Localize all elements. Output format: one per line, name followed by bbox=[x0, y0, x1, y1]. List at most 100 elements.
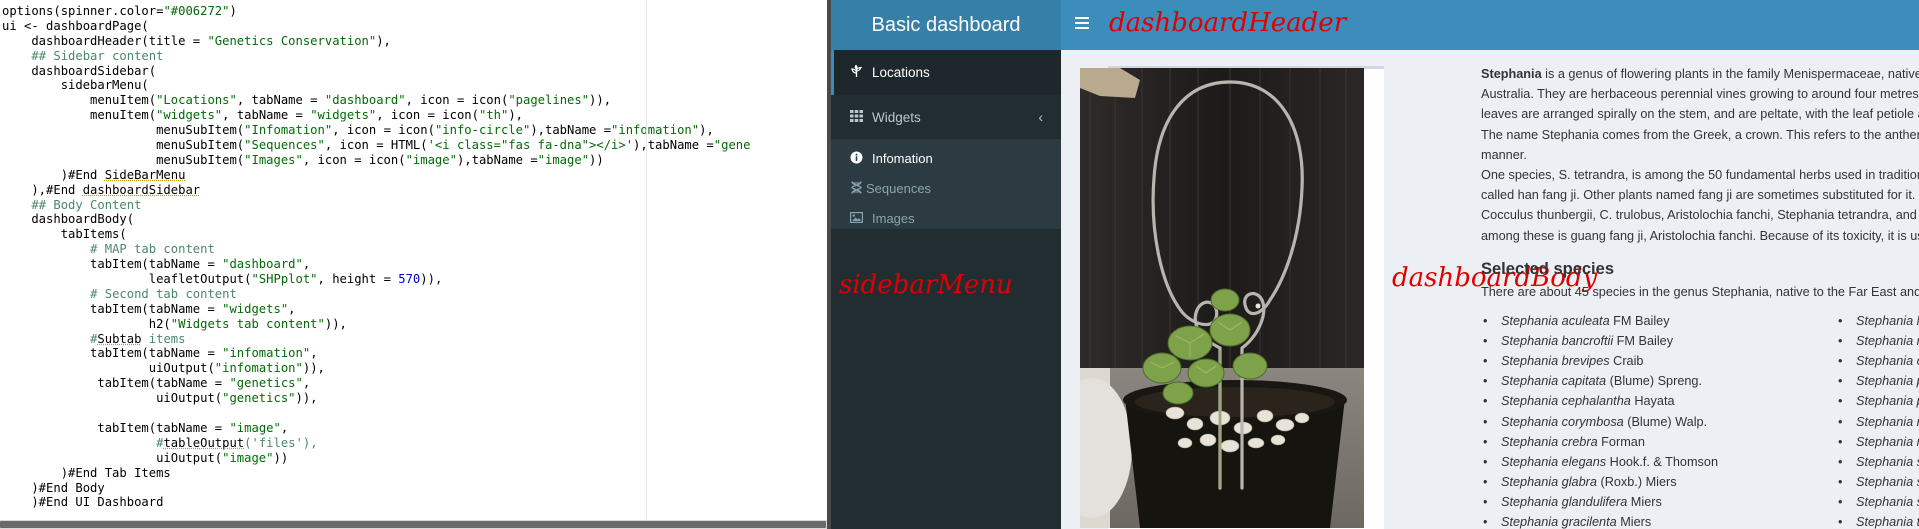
code-line[interactable]: tabItem(tabName = "image", bbox=[2, 421, 750, 436]
submenu-item-images[interactable]: Images bbox=[831, 203, 1061, 233]
code-line[interactable]: tabItem(tabName = "widgets", bbox=[2, 302, 750, 317]
code-token: h2( bbox=[2, 316, 171, 331]
code-token: , bbox=[280, 420, 289, 435]
code-line[interactable]: sidebarMenu( bbox=[2, 78, 750, 93]
code-area[interactable]: options(spinner.color="#006272") ui <- da… bbox=[2, 4, 750, 510]
sidebar-item-widgets[interactable]: Widgets ‹ bbox=[831, 95, 1061, 139]
code-line[interactable]: menuSubItem("Images", icon = icon("image… bbox=[2, 153, 750, 168]
code-token: tabItem(tabName = bbox=[2, 346, 223, 361]
code-token: leafletOutput( bbox=[2, 272, 252, 287]
code-line[interactable]: dashboardHeader(title = "Genetics Conser… bbox=[2, 34, 750, 49]
species-item: Stephania crebra Forman bbox=[1481, 432, 1718, 452]
code-token: "widgets" bbox=[310, 108, 377, 123]
code-line[interactable]: )#End SideBarMenu bbox=[2, 168, 750, 183]
article-text: Stephania is a genus of flowering plants… bbox=[1481, 64, 1919, 529]
code-token: "#006272" bbox=[163, 4, 230, 18]
code-line[interactable]: tabItems( bbox=[2, 227, 750, 242]
code-token: ), bbox=[376, 33, 391, 48]
sidebar-item-locations[interactable]: Locations bbox=[831, 50, 1061, 95]
code-line[interactable]: menuSubItem("Sequences", icon = HTML('<i… bbox=[2, 138, 750, 153]
code-token: )#End Body bbox=[2, 480, 105, 495]
sidebar-item-label: Locations bbox=[872, 65, 930, 80]
code-token: tabItems( bbox=[2, 227, 127, 242]
code-token: )), bbox=[589, 93, 612, 108]
code-line[interactable]: ),#End dashboardSidebar bbox=[2, 183, 750, 198]
code-line[interactable]: # Second tab content bbox=[2, 287, 750, 302]
code-line[interactable]: )#End Body bbox=[2, 481, 750, 496]
species-heading: Selected species bbox=[1481, 259, 1614, 278]
species-item: Stephania longa bbox=[1836, 311, 1919, 331]
code-line[interactable]: dashboardBody( bbox=[2, 212, 750, 227]
species-name: Stephania sinic bbox=[1856, 454, 1919, 469]
species-item: Stephania papi bbox=[1836, 371, 1919, 391]
pagelines-icon bbox=[848, 64, 864, 80]
code-line[interactable]: options(spinner.color="#006272") bbox=[2, 4, 750, 19]
article-paragraph-lead: Stephania is a genus of flowering plants… bbox=[1481, 64, 1919, 84]
code-token: tabItem(tabName = bbox=[2, 301, 223, 316]
code-token: , bbox=[302, 257, 311, 272]
code-token: "image" bbox=[537, 152, 590, 167]
submenu-item-label: Sequences bbox=[866, 180, 932, 196]
code-token: "infomation" bbox=[611, 123, 700, 138]
species-item: Stephania capitata (Blume) Spreng. bbox=[1481, 371, 1718, 391]
code-line[interactable]: uiOutput("genetics")), bbox=[2, 391, 750, 406]
code-token: "genetics" bbox=[222, 391, 296, 406]
chevron-left-icon[interactable]: ‹ bbox=[1038, 109, 1043, 125]
code-line[interactable]: menuItem("Locations", tabName = "dashboa… bbox=[2, 93, 750, 108]
code-line[interactable]: tabItem(tabName = "genetics", bbox=[2, 376, 750, 391]
code-token: , icon = icon( bbox=[302, 152, 406, 167]
code-line[interactable]: tabItem(tabName = "dashboard", bbox=[2, 257, 750, 272]
code-line[interactable]: dashboardSidebar( bbox=[2, 64, 750, 79]
code-line[interactable]: menuSubItem("Infomation", icon = icon("i… bbox=[2, 123, 750, 138]
code-token: , tabName = bbox=[222, 108, 311, 123]
code-token: "dashboard" bbox=[222, 257, 303, 272]
code-line[interactable]: ui <- dashboardPage( bbox=[2, 19, 750, 34]
species-name: Stephania capitata bbox=[1501, 374, 1607, 389]
code-line[interactable]: )#End Tab Items bbox=[2, 466, 750, 481]
code-token: ('files'), bbox=[244, 435, 318, 450]
code-token: ),tabName = bbox=[456, 152, 538, 167]
code-token: ), bbox=[699, 123, 714, 138]
sidebar-toggle-icon[interactable] bbox=[1075, 17, 1089, 31]
code-line[interactable]: uiOutput("image")) bbox=[2, 451, 750, 466]
code-token: , icon = icon( bbox=[376, 108, 479, 123]
code-line[interactable]: ## Sidebar content bbox=[2, 49, 750, 64]
species-author: (Blume) Spreng. bbox=[1606, 374, 1703, 389]
species-name: Stephania gracilenta bbox=[1501, 514, 1617, 529]
submenu-item-sequences[interactable]: Sequences bbox=[831, 173, 1061, 203]
code-line[interactable]: menuItem("widgets", tabName = "widgets",… bbox=[2, 108, 750, 123]
code-line[interactable]: ## Body Content bbox=[2, 198, 750, 213]
code-token: )) bbox=[589, 152, 604, 167]
code-token: ## Body Content bbox=[31, 197, 142, 212]
submenu-item-label: Images bbox=[872, 210, 915, 226]
code-line[interactable]: #tableOutput('files'), bbox=[2, 436, 750, 451]
submenu-item-infomation[interactable]: Infomation bbox=[831, 143, 1061, 173]
code-line[interactable]: uiOutput("infomation")), bbox=[2, 361, 750, 376]
code-token: , icon = icon( bbox=[332, 123, 435, 138]
code-token: "infomation" bbox=[214, 361, 303, 376]
code-editor[interactable]: options(spinner.color="#006272") ui <- da… bbox=[0, 0, 831, 529]
code-token: ui <- dashboardPage( bbox=[2, 18, 149, 33]
code-line[interactable]: )#End UI Dashboard bbox=[2, 495, 750, 510]
editor-horizontal-scrollbar[interactable] bbox=[0, 520, 831, 529]
code-token: menuSubItem( bbox=[2, 152, 245, 167]
code-line[interactable]: h2("Widgets tab content")), bbox=[2, 317, 750, 332]
code-token: dashboardSidebar( bbox=[2, 63, 157, 78]
species-author: Miers bbox=[1616, 514, 1652, 529]
species-name: Stephania subp bbox=[1856, 494, 1919, 509]
species-item: Stephania brevipes Craib bbox=[1481, 351, 1718, 371]
code-line[interactable]: leafletOutput("SHPplot", height = 570)), bbox=[2, 272, 750, 287]
code-line[interactable]: # MAP tab content bbox=[2, 242, 750, 257]
code-line[interactable]: tabItem(tabName = "infomation", bbox=[2, 346, 750, 361]
species-name: Stephania cephalantha bbox=[1501, 394, 1631, 409]
code-token: "image" bbox=[222, 450, 274, 465]
dashboard-logo-title[interactable]: Basic dashboard bbox=[831, 0, 1061, 50]
species-item: Stephania aculeata FM Bailey bbox=[1481, 311, 1718, 331]
code-line[interactable] bbox=[2, 406, 750, 421]
editor-scroll-thumb[interactable] bbox=[0, 521, 826, 528]
code-token: ),#End bbox=[2, 182, 83, 197]
code-line[interactable]: #Subtab items bbox=[2, 332, 750, 347]
